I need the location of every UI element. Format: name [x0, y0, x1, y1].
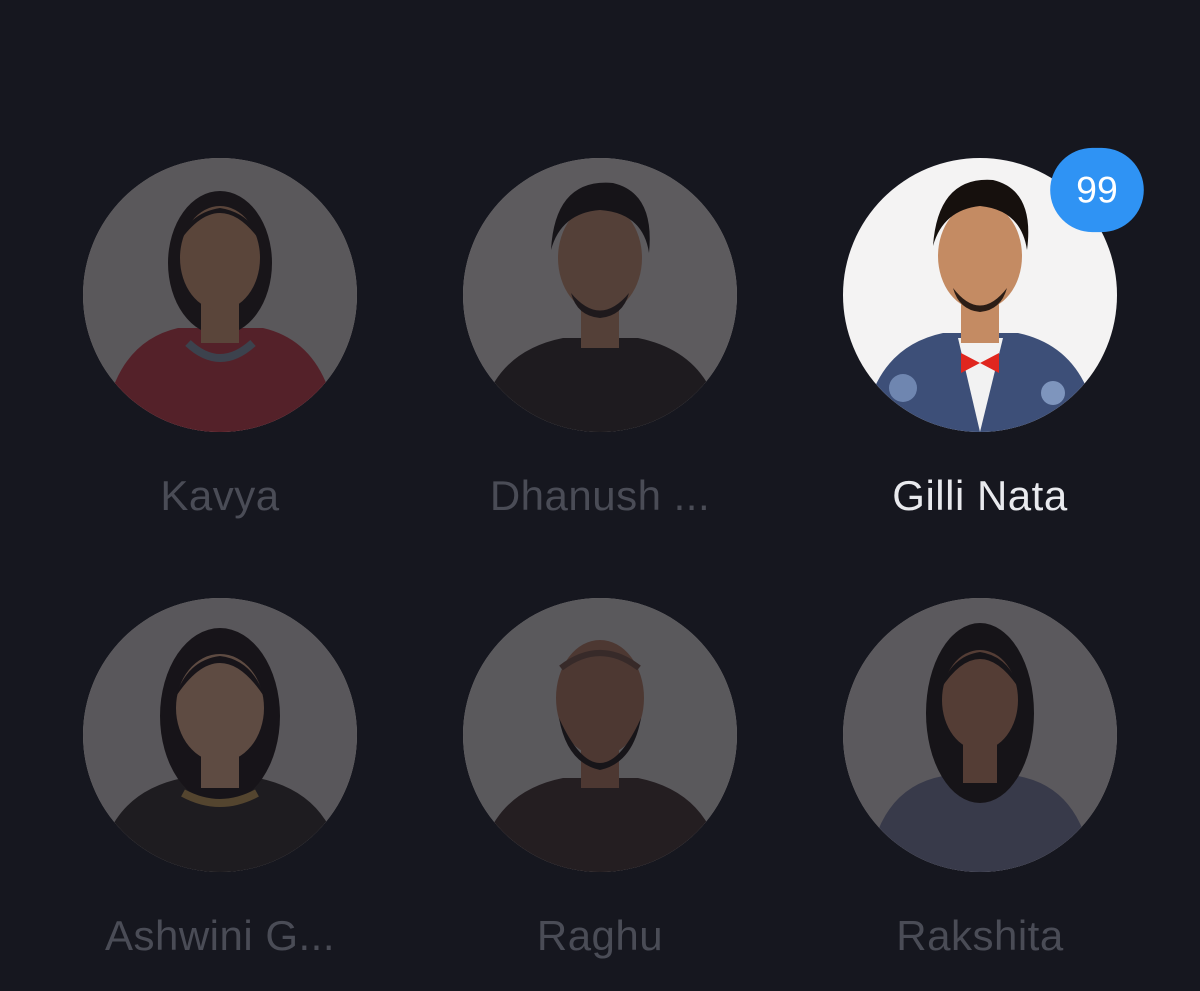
avatar-wrap [463, 598, 737, 872]
avatar-wrap [83, 598, 357, 872]
contestant-name: Raghu [536, 912, 664, 959]
contestant-card-rakshita[interactable]: Rakshita [830, 598, 1130, 959]
avatar-wrap: 99 [843, 147, 1144, 432]
avatar-wrap [843, 598, 1117, 872]
contestant-name: Dhanush ... [489, 472, 711, 519]
avatar-dim-overlay [463, 158, 737, 432]
avatar-dim-overlay [83, 158, 357, 432]
contestant-name: Ashwini G... [104, 912, 336, 959]
unread-count-badge: 99 [1050, 147, 1144, 233]
avatar-dim-overlay [463, 598, 737, 872]
avatar-dim-overlay [843, 598, 1117, 872]
contestant-grid: Kavya Dhanush ... 99 Gilli Nata Ashwini … [0, 0, 1200, 991]
contestant-card-dhanush[interactable]: Dhanush ... [450, 158, 750, 519]
avatar-wrap [463, 158, 737, 432]
contestant-card-gilli-nata[interactable]: 99 Gilli Nata [830, 147, 1144, 519]
contestant-name: Kavya [160, 472, 280, 519]
contestant-card-ashwini[interactable]: Ashwini G... [70, 598, 370, 959]
contestant-name: Rakshita [896, 912, 1064, 959]
contestant-name: Gilli Nata [892, 472, 1068, 519]
avatar-dim-overlay [83, 598, 357, 872]
avatar-wrap [83, 158, 357, 432]
contestant-card-kavya[interactable]: Kavya [70, 158, 370, 519]
contestant-card-raghu[interactable]: Raghu [450, 598, 750, 959]
